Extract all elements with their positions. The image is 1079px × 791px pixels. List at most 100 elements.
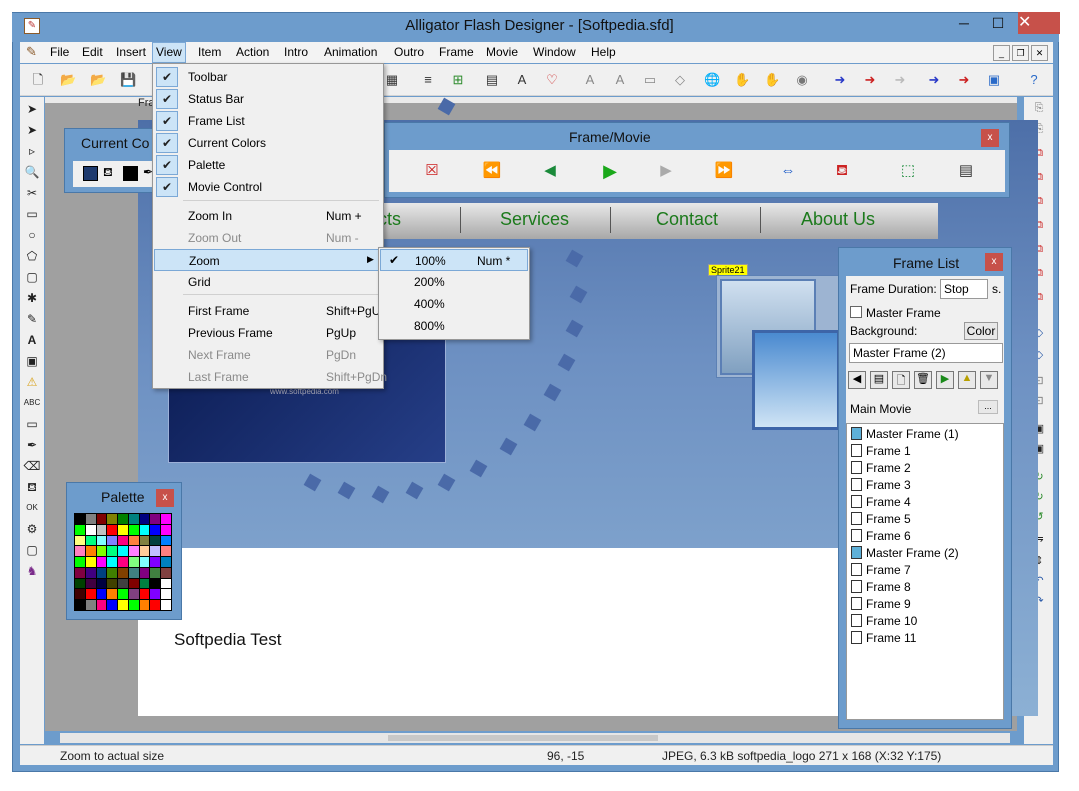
frame-list-item[interactable]: Master Frame (1) — [851, 427, 959, 441]
view-menu-item-last-frame[interactable]: Last Frame Shift+PgDn — [154, 366, 387, 388]
ok-button-icon[interactable]: OK — [23, 499, 41, 517]
bucket-frame-icon[interactable]: ⛾ — [831, 161, 853, 181]
palette-swatch[interactable] — [150, 546, 161, 557]
open-template-icon[interactable]: 📂 — [90, 72, 106, 88]
line-color-swatch[interactable] — [83, 166, 98, 181]
palette-swatch[interactable] — [118, 557, 128, 567]
palette-swatch[interactable] — [96, 535, 107, 546]
frame-list-item[interactable]: Frame 9 — [851, 597, 911, 611]
globe-icon[interactable]: 🌐 — [704, 72, 720, 88]
palette-swatch[interactable] — [107, 514, 118, 524]
stage-text[interactable]: Softpedia Test — [174, 630, 281, 650]
mdi-restore-button[interactable]: ❐ — [1012, 45, 1029, 61]
palette-swatch[interactable] — [128, 600, 139, 610]
rounded-rect-icon[interactable]: ▢ — [23, 268, 41, 286]
palette-swatch[interactable] — [128, 524, 139, 535]
palette-swatch[interactable] — [85, 546, 96, 557]
action5-icon[interactable]: ➜ — [956, 72, 972, 88]
color-button[interactable]: Color — [964, 322, 998, 340]
first-frame-icon[interactable]: ⏪ — [481, 161, 503, 181]
palette-swatch[interactable] — [128, 546, 139, 557]
ellipse-icon[interactable]: ○ — [23, 226, 41, 244]
palette-swatch[interactable] — [75, 546, 85, 557]
minimize-button[interactable]: ─ — [950, 13, 978, 33]
last-frame-icon[interactable]: ⏩ — [713, 161, 735, 181]
palette-swatch[interactable] — [75, 524, 85, 535]
palette-swatch[interactable] — [107, 524, 118, 535]
new-frame-btn-icon[interactable]: 🗋 — [892, 371, 910, 389]
frame-list-item[interactable]: Frame 7 — [851, 563, 911, 577]
palette-swatch[interactable] — [161, 557, 171, 567]
view-menu-item-palette[interactable]: ✔ Palette — [154, 154, 382, 176]
palette-swatch[interactable] — [96, 514, 107, 524]
pencil-icon[interactable]: ✎ — [23, 310, 41, 328]
rectangle-icon[interactable]: ▭ — [23, 205, 41, 223]
action2-icon[interactable]: ➜ — [862, 72, 878, 88]
palette-swatch[interactable] — [139, 578, 150, 589]
palette-swatch[interactable] — [85, 535, 96, 546]
sprite-icon[interactable]: ⚙ — [23, 520, 41, 538]
text-effect-icon[interactable]: A — [582, 72, 598, 88]
move-up-icon[interactable]: ▲ — [958, 371, 976, 389]
palette-swatch[interactable] — [128, 535, 139, 546]
view-menu-item-grid[interactable]: Grid — [154, 271, 382, 293]
open-folder-icon[interactable]: 📂 — [60, 72, 76, 88]
frame-list-close-button[interactable]: x — [985, 253, 1003, 271]
align-icon[interactable]: ≡ — [420, 72, 436, 88]
palette-swatch[interactable] — [161, 535, 171, 546]
frame-duration-select[interactable]: Stop — [940, 279, 988, 299]
palette-swatch[interactable] — [85, 567, 96, 578]
palette-swatch[interactable] — [139, 600, 150, 610]
sprite-image-jumping-man[interactable] — [752, 330, 840, 430]
zoom-option-400[interactable]: 400% — [380, 293, 528, 315]
action6-icon[interactable]: ▣ — [986, 72, 1002, 88]
effect-icon[interactable]: ⚠ — [23, 373, 41, 391]
main-movie-button[interactable]: ... — [978, 400, 998, 414]
palette-swatch[interactable] — [96, 567, 107, 578]
palette-swatch[interactable] — [107, 578, 118, 589]
palette-swatch[interactable] — [96, 578, 107, 589]
palette-swatch[interactable] — [107, 567, 118, 578]
palette-swatch[interactable] — [96, 589, 107, 600]
frame-list-item[interactable]: Frame 10 — [851, 614, 917, 628]
grid-icon[interactable]: ⊞ — [450, 72, 466, 88]
view-menu-item-current-colors[interactable]: ✔ Current Colors — [154, 132, 382, 154]
close-button[interactable]: ✕ — [1018, 12, 1060, 34]
text-tool-icon[interactable]: A — [23, 331, 41, 349]
palette-swatch[interactable] — [85, 557, 96, 567]
palette-swatch[interactable] — [107, 546, 118, 557]
mdi-minimize-button[interactable]: _ — [993, 45, 1010, 61]
palette-swatch[interactable] — [150, 589, 161, 600]
view-menu-item-toolbar[interactable]: ✔ Toolbar — [154, 66, 382, 88]
delete-frame-icon[interactable]: ☒ — [421, 161, 443, 181]
maximize-button[interactable]: ☐ — [984, 13, 1012, 33]
palette-swatch[interactable] — [128, 514, 139, 524]
input-field-icon[interactable]: ▭ — [23, 415, 41, 433]
frame-list-item[interactable]: Frame 8 — [851, 580, 911, 594]
palette-swatch[interactable] — [75, 600, 85, 610]
character-icon[interactable]: ♞ — [23, 562, 41, 580]
palette-swatch[interactable] — [150, 557, 161, 567]
frame-list-item[interactable]: Frame 1 — [851, 444, 911, 458]
palette-swatch[interactable] — [85, 578, 96, 589]
palette-swatch[interactable] — [107, 600, 118, 610]
palette-swatch[interactable] — [118, 535, 128, 546]
action1-icon[interactable]: ➜ — [832, 72, 848, 88]
magic-wand-icon[interactable]: ✱ — [23, 289, 41, 307]
properties-icon[interactable]: ▤ — [484, 72, 500, 88]
fit-width-icon[interactable]: ⇔ — [777, 161, 799, 181]
menu-edit[interactable]: Edit — [82, 45, 103, 59]
fill-color-swatch[interactable] — [123, 166, 138, 181]
frame-props-icon[interactable]: ▤ — [870, 371, 888, 389]
palette-swatch[interactable] — [161, 578, 171, 589]
palette-swatch[interactable] — [161, 600, 171, 610]
select-arrow-icon[interactable]: ➤ — [23, 100, 41, 118]
palette-swatch[interactable] — [118, 600, 128, 610]
palette-swatch[interactable] — [107, 557, 118, 567]
frame-list-item[interactable]: Frame 11 — [851, 631, 916, 645]
hand-icon[interactable]: ✋ — [734, 72, 750, 88]
palette-swatch[interactable] — [139, 567, 150, 578]
zoom-option-800[interactable]: 800% — [380, 315, 528, 337]
node-pointer-icon[interactable]: ▹ — [23, 142, 41, 160]
palette-swatch[interactable] — [118, 578, 128, 589]
